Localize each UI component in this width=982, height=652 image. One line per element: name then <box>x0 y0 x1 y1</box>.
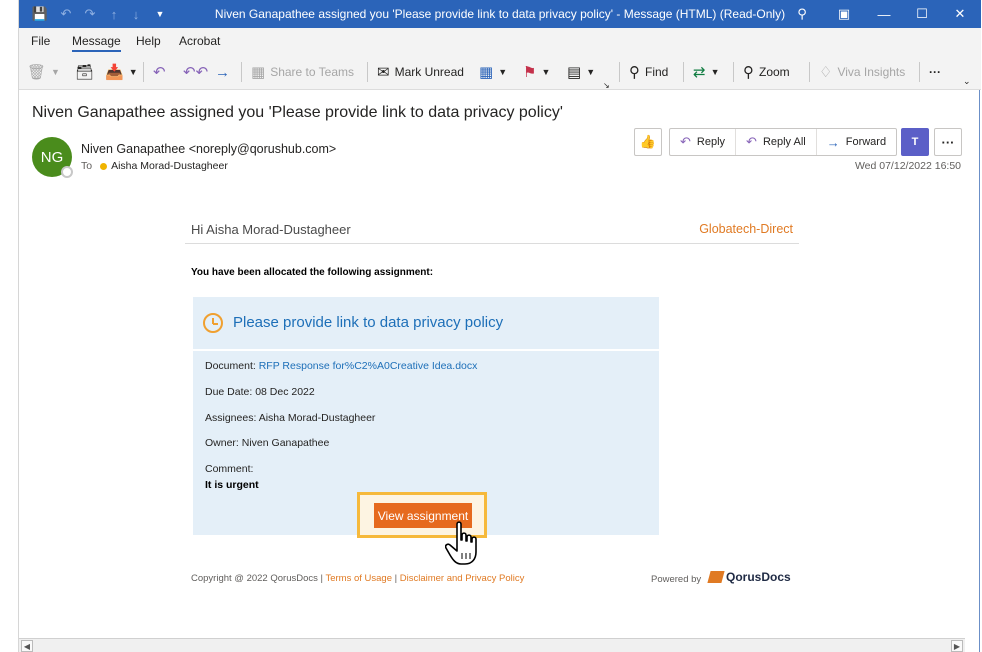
recipient-row: To Aisha Morad-Dustagheer <box>81 160 228 172</box>
disclaimer-link[interactable]: Disclaimer and Privacy Policy <box>400 573 525 584</box>
teams-icon: ▦ <box>251 64 266 81</box>
qorusdocs-logo[interactable]: QorusDocs <box>707 570 791 584</box>
ribbon-divider <box>367 62 368 82</box>
ribbon-display-icon[interactable]: ▣ <box>831 3 857 25</box>
reply-button[interactable]: ↶ Reply <box>670 129 737 155</box>
search-icon[interactable]: ⚲ <box>789 3 815 25</box>
forward-button[interactable]: → Forward <box>817 129 896 155</box>
title-bar: 💾 ↶ ↷ ↑ ↓ ▼ Niven Ganapathee assigned yo… <box>19 0 981 28</box>
ribbon-collapse-icon[interactable]: ⌄ <box>963 70 971 92</box>
to-label: To <box>81 160 93 172</box>
qorusdocs-logo-icon <box>707 571 725 583</box>
ribbon-divider <box>733 62 734 82</box>
more-actions-button[interactable]: ··· <box>934 128 962 156</box>
share-to-teams-button[interactable]: ▦ Share to Teams <box>251 61 354 83</box>
zoom-button[interactable]: ⚲ Zoom <box>743 61 790 83</box>
reply-icon[interactable]: ↶ <box>153 61 171 83</box>
reply-actions: ↶ Reply ↶ Reply All → Forward <box>669 128 898 156</box>
reply-all-button[interactable]: ↶ Reply All <box>736 129 817 155</box>
assignees: Assignees: Aisha Morad-Dustagheer <box>205 412 376 424</box>
reply-all-icon: ↶ <box>746 134 757 149</box>
ribbon-divider <box>809 62 810 82</box>
find-button[interactable]: ⚲ Find <box>629 61 668 83</box>
presence-dot-icon <box>100 162 108 170</box>
outlook-message-window: 💾 ↶ ↷ ↑ ↓ ▼ Niven Ganapathee assigned yo… <box>18 0 981 652</box>
maximize-button[interactable]: ☐ <box>909 3 935 25</box>
envelope-icon: ✉ <box>377 64 390 81</box>
ribbon-divider <box>143 62 144 82</box>
mark-unread-button[interactable]: ✉ Mark Unread <box>377 61 464 83</box>
ribbon-divider <box>919 62 920 82</box>
assignment-title: Please provide link to data privacy poli… <box>233 314 504 331</box>
greeting: Hi Aisha Morad-Dustagheer <box>191 222 351 237</box>
ribbon-divider <box>683 62 684 82</box>
scroll-left-icon[interactable]: ◀ <box>21 640 33 652</box>
scroll-right-icon[interactable]: ▶ <box>951 640 963 652</box>
minimize-button[interactable]: — <box>871 3 897 25</box>
assignment-card-header: Please provide link to data privacy poli… <box>193 297 659 349</box>
footer-separator: | <box>394 573 398 584</box>
delete-icon[interactable]: 🗑 ▼ <box>27 61 60 83</box>
archive-icon[interactable]: 🗃 <box>75 61 99 83</box>
translate-icon[interactable]: ⇄ ▼ <box>693 61 720 83</box>
reply-all-icon[interactable]: ↶↶ <box>183 61 213 83</box>
more-options-button[interactable]: ··· <box>929 61 941 83</box>
tab-message[interactable]: Message <box>72 34 121 52</box>
ribbon-divider <box>241 62 242 82</box>
hand-cursor-icon <box>445 521 477 565</box>
recipient[interactable]: Aisha Morad-Dustagheer <box>111 160 228 172</box>
powered-by: Powered by <box>651 574 702 585</box>
logo-text: QorusDocs <box>726 570 791 584</box>
email-footer: Copyright @ 2022 QorusDocs | Terms of Us… <box>191 573 524 584</box>
document-field: Document: RFP Response for%C2%A0Creative… <box>205 360 477 372</box>
comment-value: It is urgent <box>205 479 259 491</box>
comment-label: Comment: <box>205 463 254 475</box>
document-label: Document: <box>205 360 256 372</box>
viva-insights-icon: ♢ <box>819 64 833 81</box>
dialog-launcher-icon[interactable]: ↘ <box>603 74 610 96</box>
footer-separator: | <box>320 573 323 584</box>
sender[interactable]: Niven Ganapathee <noreply@qorushub.com> <box>81 142 336 156</box>
due-date: Due Date: 08 Dec 2022 <box>205 386 315 398</box>
teams-icon: T <box>911 136 919 148</box>
ribbon: 🗑 ▼ 🗃 📥 ▼ ↶ ↶↶ → ▦ Share to Teams ✉ Mark Unr… <box>19 54 981 90</box>
tab-file[interactable]: File <box>31 34 50 48</box>
presence-indicator <box>61 166 73 178</box>
rules-icon[interactable]: ▤ ▼ <box>567 61 595 83</box>
categorize-icon[interactable]: ▦ ▼ <box>479 61 507 83</box>
search-icon: ⚲ <box>629 64 640 81</box>
forward-icon: → <box>826 134 840 150</box>
reply-icon: ↶ <box>680 134 691 149</box>
tab-acrobat[interactable]: Acrobat <box>179 34 220 48</box>
document-link[interactable]: RFP Response for%C2%A0Creative Idea.docx <box>259 360 478 372</box>
viva-insights-button[interactable]: ♢ Viva Insights <box>819 61 905 83</box>
clock-icon <box>203 313 223 333</box>
received-date: Wed 07/12/2022 16:50 <box>854 160 961 172</box>
close-button[interactable]: ✕ <box>947 3 973 25</box>
terms-link[interactable]: Terms of Usage <box>325 573 392 584</box>
owner: Owner: Niven Ganapathee <box>205 437 330 449</box>
copyright: Copyright @ 2022 QorusDocs <box>191 573 318 584</box>
allocation-text: You have been allocated the following as… <box>191 267 434 278</box>
ribbon-divider <box>619 62 620 82</box>
move-icon[interactable]: 📥 ▼ <box>105 61 138 83</box>
horizontal-scrollbar[interactable]: ◀ ▶ <box>19 638 965 652</box>
greeting-row: Hi Aisha Morad-Dustagheer Globatech-Dire… <box>185 218 799 244</box>
message-subject: Niven Ganapathee assigned you 'Please pr… <box>32 104 563 121</box>
brand-name: Globatech-Direct <box>699 222 793 236</box>
thumbs-up-icon: 👍 <box>639 134 657 149</box>
forward-icon[interactable]: → <box>215 61 235 83</box>
teams-chat-button[interactable]: T <box>901 128 929 156</box>
like-button[interactable]: 👍 <box>634 128 662 156</box>
flag-icon[interactable]: ⚑ ▼ <box>523 61 550 83</box>
menu-bar: File Message Help Acrobat <box>19 28 981 54</box>
zoom-icon: ⚲ <box>743 64 754 81</box>
tab-help[interactable]: Help <box>136 34 161 48</box>
